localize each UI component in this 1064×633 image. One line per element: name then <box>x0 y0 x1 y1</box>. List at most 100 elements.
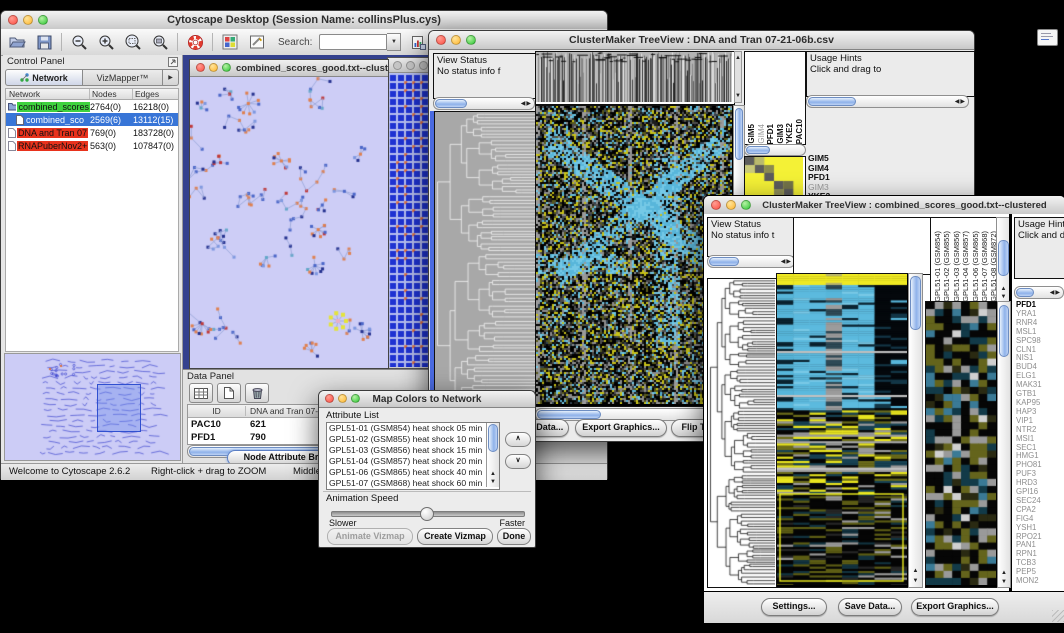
column-label[interactable]: GPL51-03 (GSM856) <box>952 231 961 302</box>
network-row-dna[interactable]: DNA and Tran 07 769(0) 183728(0) <box>6 126 178 139</box>
close-button[interactable] <box>436 35 446 45</box>
zoom-fit-icon[interactable] <box>150 32 170 52</box>
minimize-button[interactable] <box>338 394 347 403</box>
matrix-column-label[interactable]: PFD1 <box>766 124 776 144</box>
dialog-titlebar[interactable]: Map Colors to Network <box>319 391 535 408</box>
attribute-list-item[interactable]: GPL51-06 (GSM865) heat shock 40 min <box>327 467 499 478</box>
view-status-scrollbar[interactable]: ◀▶ <box>707 255 795 268</box>
heatmap-canvas[interactable] <box>777 274 907 585</box>
attribute-list-item[interactable]: GPL51-03 (GSM856) heat shock 15 min <box>327 445 499 456</box>
treeview1-titlebar[interactable]: ClusterMaker TreeView : DNA and Tran 07-… <box>429 31 974 50</box>
export-graphics-button[interactable]: Export Graphics... <box>911 598 999 616</box>
tab-network[interactable]: Network <box>5 69 83 86</box>
save-session-icon[interactable] <box>34 32 54 52</box>
usage-hints-scrollbar[interactable]: ◀▶ <box>806 95 969 108</box>
matrix-column-label[interactable]: GIM3 <box>776 124 786 144</box>
matrix-column-label[interactable]: GIM5 <box>747 124 757 144</box>
matrix-hscrollbar[interactable] <box>744 144 806 156</box>
network-row-rna[interactable]: RNAPuberNov2+ 563(0) 107847(0) <box>6 139 178 152</box>
zoom-button[interactable] <box>351 394 360 403</box>
network-view-window[interactable]: combined_scores_good.txt--cluste... <box>189 59 389 369</box>
view-status-scrollbar[interactable]: ◀▶ <box>433 97 535 110</box>
attribute-list-item[interactable]: GPL51-01 (GSM854) heat shock 05 min <box>327 423 499 434</box>
inactive-minimize-button[interactable] <box>406 61 415 70</box>
network-row-combined-scores[interactable]: combined_scores 2764(0) 16218(0) <box>6 100 178 113</box>
close-button[interactable] <box>8 15 18 25</box>
move-down-button[interactable]: ∨ <box>505 454 531 469</box>
move-up-button[interactable]: ∧ <box>505 432 531 447</box>
inactive-close-button[interactable] <box>393 61 402 70</box>
zoom-button[interactable] <box>38 15 48 25</box>
inactive-zoom-button[interactable] <box>419 61 428 70</box>
window-title: Cytoscape Desktop (Session Name: collins… <box>1 14 607 26</box>
row-dendrogram-canvas[interactable] <box>708 279 775 585</box>
animation-speed-slider[interactable] <box>331 511 525 517</box>
select-attributes-icon[interactable] <box>189 383 213 403</box>
close-button[interactable] <box>711 200 721 210</box>
done-button[interactable]: Done <box>497 528 531 545</box>
zoom-in-icon[interactable] <box>96 32 116 52</box>
matrix-column-label[interactable]: YKE2 <box>785 123 795 144</box>
network-stats-icon[interactable] <box>408 32 428 52</box>
zoom-heatmap-canvas[interactable] <box>926 302 996 585</box>
column-label[interactable]: GPL51-02 (GSM855) <box>942 231 951 302</box>
desktop-file-icon[interactable] <box>1037 29 1058 46</box>
network-view-titlebar[interactable]: combined_scores_good.txt--cluste... <box>190 60 388 77</box>
column-label[interactable]: GPL51-06 (GSM865) <box>971 231 980 302</box>
attribute-list-scrollbar[interactable]: ▲▼ <box>486 423 499 487</box>
heatmap-vscrollbar[interactable]: ▲▼ <box>908 273 923 588</box>
zoom-button[interactable] <box>222 63 231 72</box>
overview-viewport-rect[interactable] <box>97 384 141 432</box>
overview-minimap-canvas[interactable] <box>5 354 180 460</box>
tab-overflow-button[interactable]: ▶ <box>163 69 179 86</box>
row-dendrogram-canvas[interactable] <box>435 112 535 404</box>
network-overview-panel[interactable] <box>4 353 181 461</box>
network-view-canvas[interactable] <box>190 77 386 367</box>
tab-vizmapper[interactable]: VizMapper™ <box>83 69 163 86</box>
export-graphics-button[interactable]: Export Graphics... <box>575 419 667 437</box>
column-label[interactable]: GPL51-01 (GSM854) <box>933 231 942 302</box>
annotation-icon[interactable] <box>247 32 267 52</box>
zoom-vscrollbar[interactable]: ▲▼ <box>997 301 1011 588</box>
attribute-list-item[interactable]: GPL51-04 (GSM857) heat shock 20 min <box>327 456 499 467</box>
minimize-button[interactable] <box>209 63 218 72</box>
column-scroll-arrows[interactable]: ▲▼ <box>734 51 742 103</box>
help-lifesaver-icon[interactable] <box>185 32 205 52</box>
minimize-button[interactable] <box>726 200 736 210</box>
attribute-list-item[interactable]: GPL51-02 (GSM855) heat shock 10 min <box>327 434 499 445</box>
slider-thumb[interactable] <box>420 507 434 521</box>
matrix-column-label[interactable]: PAC10 <box>795 119 805 144</box>
column-label[interactable]: GPL51-04 (GSM857) <box>961 231 970 302</box>
zoom-selected-icon[interactable] <box>123 32 143 52</box>
resize-grip[interactable] <box>1052 610 1064 622</box>
close-button[interactable] <box>325 394 334 403</box>
zoom-button[interactable] <box>466 35 476 45</box>
attribute-list-item[interactable]: GPL51-07 (GSM868) heat shock 60 min <box>327 478 499 489</box>
create-attribute-icon[interactable] <box>217 383 241 403</box>
zoom-button[interactable] <box>741 200 751 210</box>
column-dendrogram-canvas[interactable] <box>536 52 732 102</box>
zoom-out-icon[interactable] <box>69 32 89 52</box>
gene-label[interactable]: MON2 <box>1014 577 1064 586</box>
cytoscape-titlebar[interactable]: Cytoscape Desktop (Session Name: collins… <box>1 11 607 30</box>
usage-hints-scrollbar[interactable]: ◀▶ <box>1014 286 1064 299</box>
settings-button[interactable]: Settings... <box>761 598 827 616</box>
network-row-selected[interactable]: combined_sco 2569(6) 13112(15) <box>6 113 178 126</box>
usage-hints-panel: Usage Hints Click and drag to <box>806 51 975 97</box>
vizmapper-icon[interactable] <box>220 32 240 52</box>
close-button[interactable] <box>196 63 205 72</box>
treeview2-titlebar[interactable]: ClusterMaker TreeView : combined_scores_… <box>704 196 1064 215</box>
matrix-column-label[interactable]: GIM4 <box>757 124 767 144</box>
animate-vizmap-button[interactable]: Animate Vizmap <box>327 528 413 545</box>
float-panel-icon[interactable] <box>168 57 178 67</box>
open-session-icon[interactable] <box>7 32 27 52</box>
create-vizmap-button[interactable]: Create Vizmap <box>417 528 493 545</box>
save-data-button[interactable]: Save Data... <box>838 598 902 616</box>
delete-attribute-trash-icon[interactable] <box>245 383 269 403</box>
search-dropdown-icon[interactable]: ▼ <box>387 33 401 51</box>
column-dendrogram-box[interactable] <box>793 217 931 275</box>
minimize-button[interactable] <box>23 15 33 25</box>
attribute-list-label: Attribute List <box>326 410 379 421</box>
minimize-button[interactable] <box>451 35 461 45</box>
search-input[interactable] <box>319 34 387 50</box>
